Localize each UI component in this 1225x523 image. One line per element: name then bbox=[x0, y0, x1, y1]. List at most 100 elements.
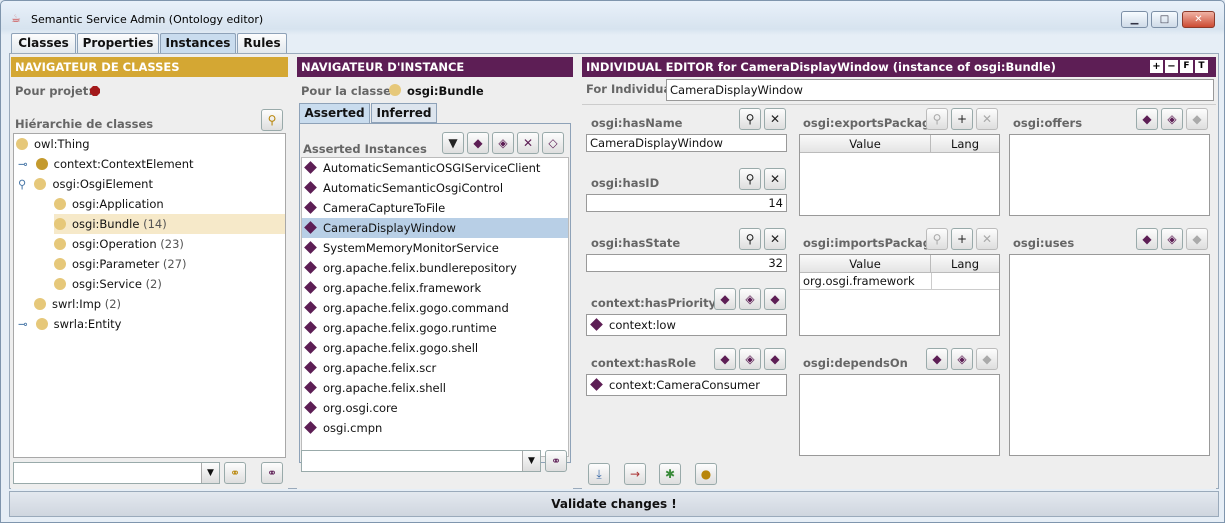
delete-value-icon[interactable]: ✕ bbox=[764, 168, 786, 190]
binoculars-icon[interactable]: ⚭ bbox=[224, 462, 246, 484]
list-item[interactable]: org.apache.felix.shell bbox=[302, 378, 568, 398]
list-item[interactable]: osgi.cmpn bbox=[302, 418, 568, 438]
binoculars-icon[interactable]: ⚭ bbox=[545, 450, 567, 472]
column-header-lang[interactable]: Lang bbox=[931, 135, 999, 153]
chevron-down-icon[interactable]: ▼ bbox=[522, 451, 540, 471]
tab-rules[interactable]: Rules bbox=[237, 33, 287, 53]
collapse-handle-icon[interactable]: ⚲ bbox=[18, 177, 26, 191]
remove-value-icon[interactable]: ◆ bbox=[1186, 228, 1208, 250]
list-item-selected[interactable]: CameraDisplayWindow bbox=[302, 218, 568, 238]
column-header-value[interactable]: Value bbox=[800, 135, 931, 153]
find-icon[interactable]: ⚲ bbox=[739, 168, 761, 190]
find-icon[interactable]: ⚲ bbox=[739, 108, 761, 130]
add-value-icon[interactable]: ◈ bbox=[1161, 228, 1183, 250]
duplicate-instance-icon[interactable]: ◈ bbox=[492, 132, 514, 154]
add-value-icon[interactable]: ◈ bbox=[1161, 108, 1183, 130]
list-item[interactable]: org.apache.felix.bundlerepository bbox=[302, 258, 568, 278]
list-item[interactable]: AutomaticSemanticOSGIServiceClient bbox=[302, 158, 568, 178]
maximize-button[interactable]: □ bbox=[1151, 11, 1178, 28]
remove-value-icon[interactable]: ◆ bbox=[764, 348, 786, 370]
tree-item-osgi-element[interactable]: ⚲ osgi:OsgiElement bbox=[18, 174, 285, 194]
chevron-down-icon[interactable]: ▼ bbox=[201, 463, 219, 483]
binoculars-next-icon[interactable]: ⚭ bbox=[261, 462, 283, 484]
has-state-field[interactable]: 32 bbox=[586, 254, 787, 272]
import-icon[interactable]: ⤓ bbox=[588, 463, 610, 485]
find-icon[interactable]: ⚲ bbox=[739, 228, 761, 250]
view-menu-icon[interactable]: ▼ bbox=[442, 132, 464, 154]
delete-value-icon[interactable]: ✕ bbox=[976, 228, 998, 250]
add-value-icon[interactable]: ◈ bbox=[739, 288, 761, 310]
column-header-value[interactable]: Value bbox=[800, 255, 931, 273]
class-search-combo[interactable]: ▼ bbox=[13, 462, 220, 484]
add-value-icon[interactable]: + bbox=[951, 108, 973, 130]
has-role-field[interactable]: context:CameraConsumer bbox=[586, 374, 787, 396]
list-item[interactable]: CameraCaptureToFile bbox=[302, 198, 568, 218]
list-item[interactable]: AutomaticSemanticOsgiControl bbox=[302, 178, 568, 198]
list-item[interactable]: org.osgi.core bbox=[302, 398, 568, 418]
list-item[interactable]: org.apache.felix.gogo.shell bbox=[302, 338, 568, 358]
list-item[interactable]: org.apache.felix.framework bbox=[302, 278, 568, 298]
for-class-label: Pour la classe: bbox=[301, 84, 396, 98]
tree-item-osgi-operation[interactable]: osgi:Operation (23) bbox=[54, 234, 285, 254]
asserted-instances-label: Asserted Instances bbox=[303, 142, 427, 156]
has-id-field[interactable]: 14 bbox=[586, 194, 787, 212]
f-icon[interactable]: F bbox=[1180, 60, 1193, 73]
tree-item-osgi-bundle[interactable]: osgi:Bundle (14) bbox=[54, 214, 285, 234]
instance-search-combo[interactable]: ▼ bbox=[301, 450, 541, 472]
list-item[interactable]: SystemMemoryMonitorService bbox=[302, 238, 568, 258]
minus-icon[interactable]: − bbox=[1165, 60, 1178, 73]
has-priority-field[interactable]: context:low bbox=[586, 314, 787, 336]
find-icon[interactable]: ⚲ bbox=[926, 108, 948, 130]
tree-item-osgi-application[interactable]: osgi:Application bbox=[54, 194, 285, 214]
delete-value-icon[interactable]: ✕ bbox=[764, 228, 786, 250]
create-value-icon[interactable]: ◆ bbox=[714, 288, 736, 310]
tree-item-swrla-entity[interactable]: ⊸ swrla:Entity bbox=[18, 314, 285, 334]
individual-icon bbox=[304, 241, 317, 254]
tab-properties[interactable]: Properties bbox=[77, 33, 159, 53]
add-instance-icon[interactable]: ◆ bbox=[467, 132, 489, 154]
add-type-icon[interactable]: ● bbox=[695, 463, 717, 485]
edit-instance-icon[interactable]: ◇ bbox=[542, 132, 564, 154]
tab-inferred[interactable]: Inferred bbox=[371, 103, 437, 123]
delete-value-icon[interactable]: ✕ bbox=[976, 108, 998, 130]
plus-icon[interactable]: + bbox=[1150, 60, 1163, 73]
add-value-icon[interactable]: ◈ bbox=[739, 348, 761, 370]
tree-item-swrl-imp[interactable]: swrl:Imp (2) bbox=[34, 294, 285, 314]
minimize-button[interactable]: ▁ bbox=[1121, 11, 1148, 28]
create-value-icon[interactable]: ◆ bbox=[714, 348, 736, 370]
tree-item-osgi-service[interactable]: osgi:Service (2) bbox=[54, 274, 285, 294]
tree-item-osgi-parameter[interactable]: osgi:Parameter (27) bbox=[54, 254, 285, 274]
remove-value-icon[interactable]: ◆ bbox=[764, 288, 786, 310]
table-row[interactable]: org.osgi.framework bbox=[800, 273, 999, 290]
expand-handle-icon[interactable]: ⊸ bbox=[18, 317, 28, 331]
list-item[interactable]: org.apache.felix.gogo.runtime bbox=[302, 318, 568, 338]
tree-item-owl-thing[interactable]: owl:Thing bbox=[16, 134, 285, 154]
close-button[interactable]: ✕ bbox=[1182, 11, 1215, 28]
tree-item-context-element[interactable]: ⊸ context:ContextElement bbox=[18, 154, 285, 174]
class-navigator-header: NAVIGATEUR DE CLASSES bbox=[11, 57, 288, 77]
expand-handle-icon[interactable]: ⊸ bbox=[18, 157, 28, 171]
t-icon[interactable]: T bbox=[1195, 60, 1208, 73]
for-individual-field[interactable]: CameraDisplayWindow bbox=[666, 79, 1214, 101]
list-item[interactable]: org.apache.felix.gogo.command bbox=[302, 298, 568, 318]
delete-value-icon[interactable]: ✕ bbox=[764, 108, 786, 130]
navigate-icon[interactable]: → bbox=[624, 463, 646, 485]
remove-value-icon[interactable]: ◆ bbox=[1186, 108, 1208, 130]
tab-asserted[interactable]: Asserted bbox=[299, 103, 370, 123]
find-class-icon[interactable]: ⚲ bbox=[261, 109, 283, 131]
tab-classes[interactable]: Classes bbox=[11, 33, 76, 53]
remove-value-icon[interactable]: ◆ bbox=[976, 348, 998, 370]
delete-instance-icon[interactable]: ✕ bbox=[517, 132, 539, 154]
debug-icon[interactable]: ✱ bbox=[659, 463, 681, 485]
create-value-icon[interactable]: ◆ bbox=[926, 348, 948, 370]
validate-changes-bar[interactable]: Validate changes ! bbox=[9, 491, 1219, 517]
add-value-icon[interactable]: ◈ bbox=[951, 348, 973, 370]
has-name-field[interactable]: CameraDisplayWindow bbox=[586, 134, 787, 152]
tab-instances[interactable]: Instances bbox=[160, 33, 236, 54]
create-value-icon[interactable]: ◆ bbox=[1136, 228, 1158, 250]
find-icon[interactable]: ⚲ bbox=[926, 228, 948, 250]
column-header-lang[interactable]: Lang bbox=[931, 255, 999, 273]
list-item[interactable]: org.apache.felix.scr bbox=[302, 358, 568, 378]
create-value-icon[interactable]: ◆ bbox=[1136, 108, 1158, 130]
add-value-icon[interactable]: + bbox=[951, 228, 973, 250]
